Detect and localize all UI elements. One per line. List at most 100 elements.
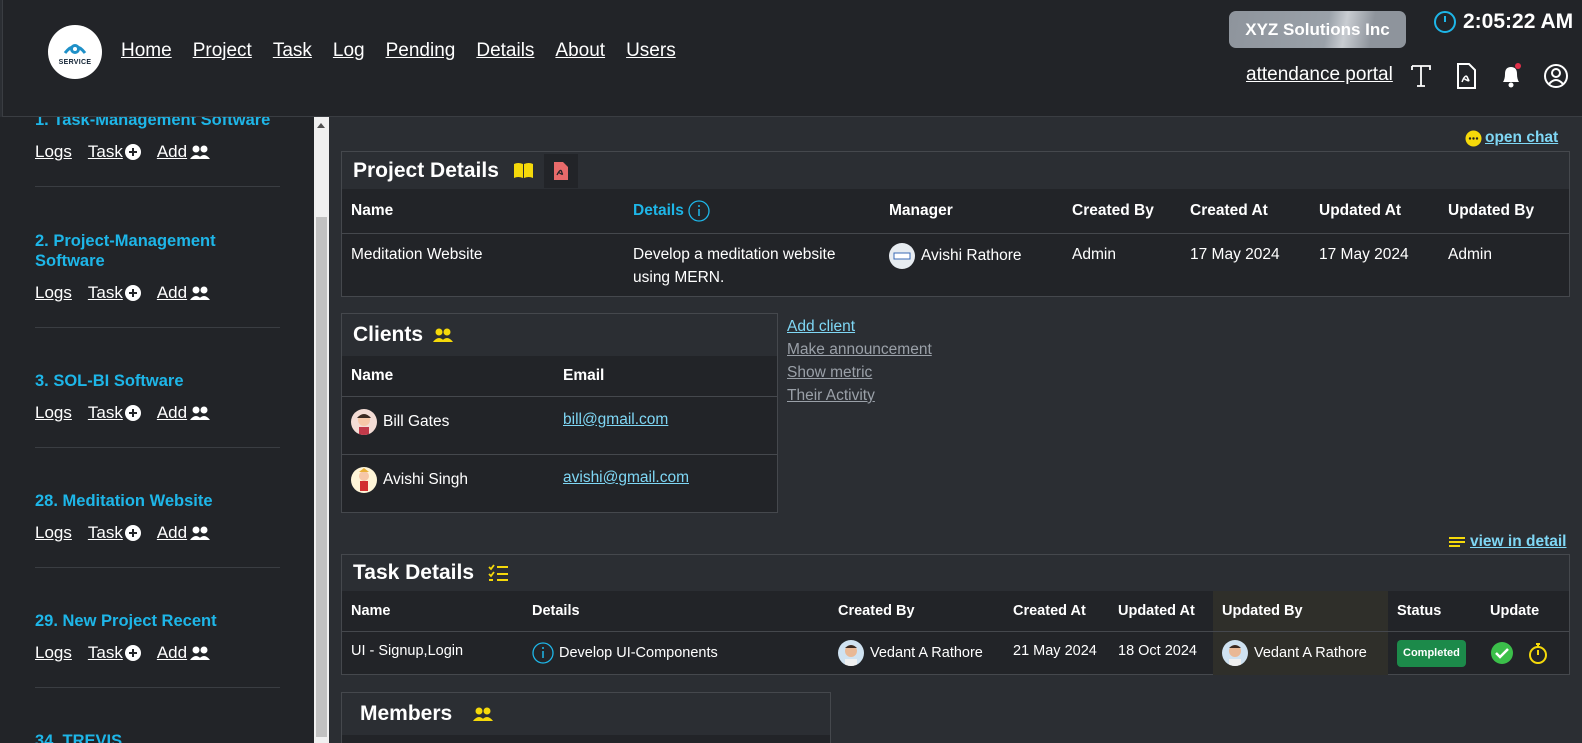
column-header: Status [1397,602,1442,619]
nav-users[interactable]: Users [626,40,676,62]
nav-about[interactable]: About [555,40,605,62]
add-link[interactable]: Add [157,523,211,543]
members-card: Members [341,692,831,743]
scroll-up-arrow[interactable] [317,123,325,128]
task-link[interactable]: Task [88,142,141,162]
divider [35,327,280,328]
text-icon[interactable] [1407,62,1435,90]
table-row: Meditation Website Develop a meditation … [342,233,1569,289]
cell-updated-at: 17 May 2024 [1319,245,1409,263]
column-header: Updated At [1319,201,1402,219]
add-client-link[interactable]: Add client [787,315,932,338]
task-link[interactable]: Task [88,283,141,303]
logs-link[interactable]: Logs [35,142,72,162]
divider [35,687,280,688]
book-icon[interactable] [513,162,534,179]
table-header-row: Name Details Created By Created At Updat… [342,591,1569,631]
email-link[interactable]: bill@gmail.com [563,411,668,428]
project-title[interactable]: 28. Meditation Website [35,491,280,511]
column-header: Update [1490,602,1540,619]
task-link[interactable]: Task [88,643,141,663]
main-nav: Home Project Task Log Pending Details Ab… [121,40,697,62]
project-title[interactable]: 34. TREVIS [35,731,280,743]
cell-update [1481,631,1569,675]
add-link[interactable]: Add [157,283,211,303]
card-header: Task Details [342,555,1569,591]
card-title: Members [360,702,453,725]
column-header: Email [563,366,605,384]
stopwatch-icon[interactable] [1526,641,1550,665]
project-title[interactable]: 29. New Project Recent [35,611,280,631]
open-chat-link[interactable]: open chat [1465,129,1558,147]
plus-circle-icon [124,525,141,541]
add-link[interactable]: Add [157,403,211,423]
bell-icon[interactable] [1497,62,1525,90]
attendance-portal-link[interactable]: attendance portal [1246,64,1393,86]
project-details-table: Name Details Manager Created By Created … [342,189,1569,289]
cell-details: Develop a meditation website using MERN. [633,245,836,286]
nav-task[interactable]: Task [273,40,312,62]
cell-updated-by: Admin [1448,245,1492,263]
cell-created-by: Admin [1072,245,1116,263]
info-icon[interactable] [532,642,554,664]
logo[interactable]: SERVICE [48,25,102,79]
add-link[interactable]: Add [157,643,211,663]
nav-pending[interactable]: Pending [386,40,456,62]
view-in-detail-link[interactable]: view in detail [1448,533,1566,551]
sidebar-project: 3. SOL-BI Software Logs Task Add [35,371,280,448]
project-details-card: Project Details Name Details Manager Cre… [341,151,1570,297]
nav-details[interactable]: Details [476,40,534,62]
project-links: Logs Task Add [35,142,280,162]
cell-manager: Avishi Rathore [880,233,1063,289]
project-title[interactable]: 1. Task-Management Software [35,117,280,130]
logs-link[interactable]: Logs [35,283,72,303]
plus-circle-icon [124,645,141,661]
nav-home[interactable]: Home [121,40,172,62]
sidebar-scrollbar[interactable] [314,117,329,743]
avatar [351,409,377,435]
user-circle-icon[interactable] [1542,62,1570,90]
card-header: Members [342,693,830,735]
cell-created-at: 17 May 2024 [1190,245,1280,263]
check-circle-icon[interactable] [1490,641,1514,665]
email-link[interactable]: avishi@gmail.com [563,469,689,486]
cell-name: Avishi Singh [342,454,554,512]
users-icon [190,406,211,420]
users-icon [190,646,211,660]
client-actions: Add client Make announcement Show metric… [787,315,932,407]
sidebar-project: 2. Project-Management Software Logs Task… [35,231,280,328]
users-icon [432,327,454,343]
cell-email: bill@gmail.com [554,396,777,454]
clock: 2:05:22 AM [1433,10,1573,34]
logs-link[interactable]: Logs [35,523,72,543]
gear-icon [63,44,87,54]
notification-dot [1515,63,1521,69]
cell-updated-by: Vedant A Rathore [1213,631,1388,675]
pdf-icon[interactable] [1452,62,1480,90]
make-announcement-link[interactable]: Make announcement [787,338,932,361]
logs-link[interactable]: Logs [35,643,72,663]
checklist-icon [488,564,509,582]
sidebar-project: 1. Task-Management Software Logs Task Ad… [35,117,280,187]
project-links: Logs Task Add [35,283,280,303]
show-metric-link[interactable]: Show metric [787,361,932,384]
divider [35,447,280,448]
their-activity-link[interactable]: Their Activity [787,384,932,407]
column-header: Created At [1190,201,1268,219]
nav-log[interactable]: Log [333,40,365,62]
add-link[interactable]: Add [157,142,211,162]
company-badge[interactable]: XYZ Solutions Inc [1229,11,1406,48]
task-link[interactable]: Task [88,523,141,543]
project-title[interactable]: 3. SOL-BI Software [35,371,280,391]
column-header: Created By [838,602,915,619]
info-icon[interactable] [688,200,710,222]
users-icon [472,706,494,722]
task-link[interactable]: Task [88,403,141,423]
table-header-row: Name Email [342,356,777,396]
project-title[interactable]: 2. Project-Management Software [35,231,280,271]
scrollbar-thumb[interactable] [316,217,327,737]
nav-project[interactable]: Project [193,40,252,62]
column-header: Details [532,602,580,619]
pdf-icon[interactable] [543,153,578,188]
logs-link[interactable]: Logs [35,403,72,423]
